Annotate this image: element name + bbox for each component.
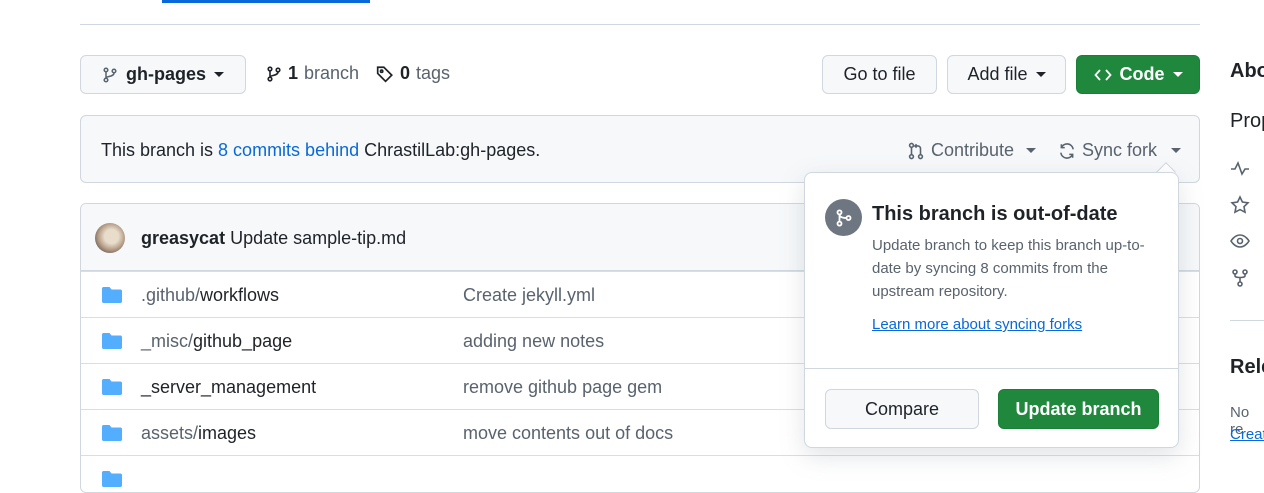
upstream-branch: ChrastilLab:gh-pages. — [359, 140, 541, 160]
tags-link[interactable]: 0 tags — [376, 63, 450, 84]
contribute-label: Contribute — [931, 140, 1015, 160]
file-dir: assets/ — [141, 423, 199, 443]
star-icon[interactable] — [1230, 195, 1250, 215]
popover-body: Update branch to keep this branch up-to-… — [872, 237, 1145, 300]
folder-icon — [102, 379, 122, 395]
fork-icon[interactable] — [1230, 268, 1250, 288]
git-branch-icon — [825, 199, 862, 236]
update-branch-button[interactable]: Update branch — [998, 389, 1159, 429]
file-name[interactable]: _server_management — [141, 377, 316, 398]
file-dir: _misc/ — [141, 331, 194, 351]
commit-author[interactable]: greasycat — [141, 228, 225, 248]
folder-icon — [102, 425, 122, 441]
folder-icon — [102, 333, 122, 349]
chevron-down-icon — [1026, 148, 1037, 153]
activity-icon[interactable] — [1230, 160, 1250, 176]
file-leaf: workflows — [200, 285, 280, 305]
branch-count: 1 — [288, 63, 299, 83]
folder-icon — [102, 471, 122, 487]
branch-label: branch — [304, 63, 360, 83]
commit-message[interactable]: Update sample-tip.md — [230, 228, 406, 248]
tag-label: tags — [416, 63, 451, 83]
git-branch-icon — [267, 65, 281, 82]
learn-more-link[interactable]: Learn more about syncing forks — [872, 316, 1082, 333]
chevron-down-icon — [1172, 72, 1183, 77]
eye-icon[interactable] — [1230, 232, 1250, 250]
folder-icon — [102, 287, 122, 303]
compare-button[interactable]: Compare — [825, 389, 979, 429]
branches-link[interactable]: 1 branch — [266, 63, 359, 84]
repo-description: Prop — [1230, 110, 1264, 132]
banner-prefix: This branch is — [101, 140, 219, 160]
branch-status-text: This branch is 8 commits behind Chrastil… — [101, 140, 540, 161]
contribute-button[interactable]: Contribute — [907, 140, 1037, 161]
add-file-label: Add file — [967, 64, 1028, 84]
file-commit-message[interactable]: move contents out of docs — [463, 423, 673, 444]
code-label: Code — [1119, 64, 1165, 84]
top-link-underline[interactable] — [162, 0, 370, 3]
file-leaf: _server_management — [141, 377, 317, 397]
latest-commit: greasycat Update sample-tip.md — [141, 228, 406, 249]
sidebar-divider — [1230, 320, 1264, 321]
file-name[interactable]: .github/workflows — [141, 285, 279, 306]
tag-count: 0 — [400, 63, 411, 83]
branch-name: gh-pages — [125, 64, 206, 84]
file-dir: .github/ — [141, 285, 201, 305]
chevron-down-icon — [1171, 148, 1182, 153]
create-release-link[interactable]: Creat — [1230, 426, 1264, 443]
code-icon — [1093, 68, 1112, 81]
about-heading: Abo — [1230, 60, 1264, 82]
git-branch-icon — [103, 66, 117, 83]
popover-footer: Compare Update branch — [805, 368, 1178, 448]
avatar[interactable] — [95, 223, 125, 253]
go-to-file-button[interactable]: Go to file — [822, 55, 937, 94]
file-commit-message[interactable]: adding new notes — [463, 331, 604, 352]
pull-request-icon — [908, 142, 924, 159]
top-divider — [80, 24, 1200, 25]
file-name[interactable]: assets/images — [141, 423, 256, 444]
chevron-down-icon — [1035, 72, 1046, 77]
chevron-down-icon — [214, 72, 224, 77]
sync-fork-popover: This branch is out-of-date Update branch… — [804, 172, 1179, 448]
popover-title: This branch is out-of-date — [872, 203, 1118, 225]
file-leaf: images — [198, 423, 257, 443]
file-row[interactable] — [81, 455, 1199, 492]
releases-heading: Rele — [1230, 356, 1264, 378]
code-button[interactable]: Code — [1076, 55, 1200, 94]
branch-select-button[interactable]: gh-pages — [80, 55, 246, 94]
commits-behind-link[interactable]: 8 commits behind — [218, 140, 359, 160]
file-commit-message[interactable]: remove github page gem — [463, 377, 662, 398]
tag-icon — [376, 65, 393, 83]
add-file-button[interactable]: Add file — [947, 55, 1066, 94]
file-leaf: github_page — [193, 331, 293, 351]
sync-fork-label: Sync fork — [1082, 140, 1158, 160]
sync-fork-button[interactable]: Sync fork — [1058, 140, 1182, 161]
file-commit-message[interactable]: Create jekyll.yml — [463, 285, 595, 306]
file-name[interactable]: _misc/github_page — [141, 331, 292, 352]
sync-icon — [1060, 142, 1074, 159]
